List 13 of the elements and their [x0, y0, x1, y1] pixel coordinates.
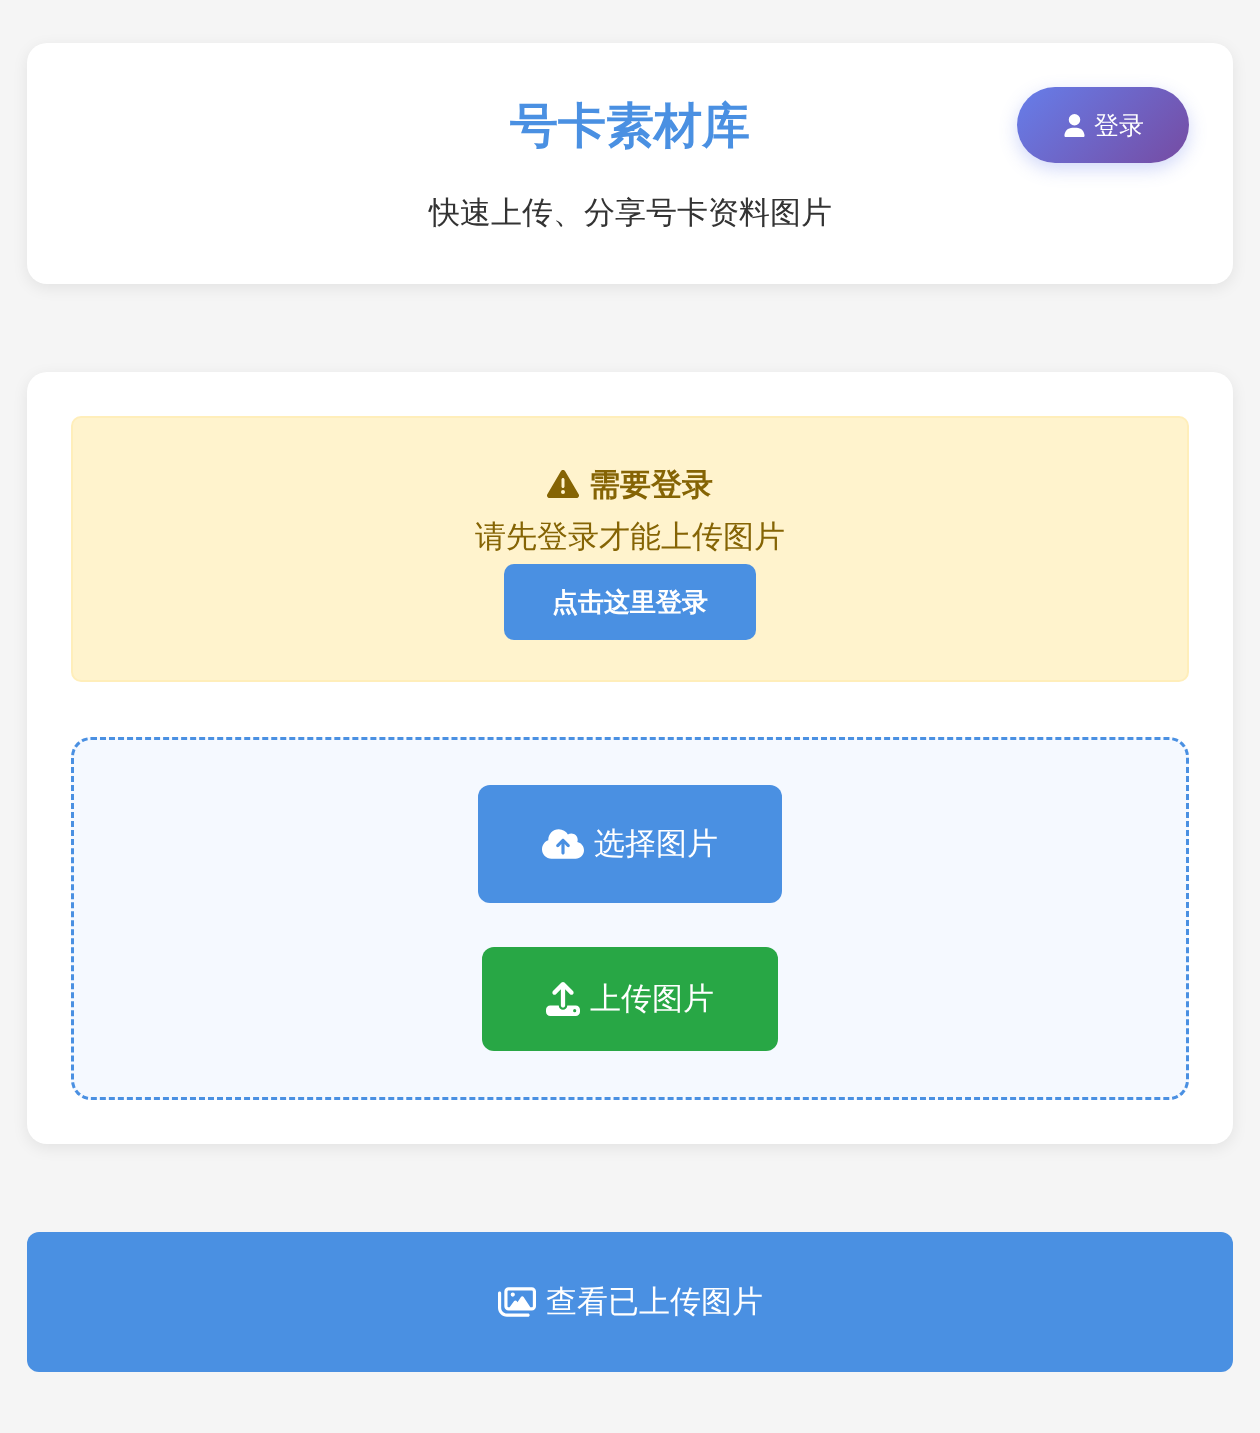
login-button[interactable]: 登录	[1017, 87, 1189, 163]
warning-title: 需要登录	[589, 465, 713, 504]
login-here-button[interactable]: 点击这里登录	[504, 564, 756, 640]
warning-message: 请先登录才能上传图片	[475, 517, 785, 556]
page-subtitle: 快速上传、分享号卡资料图片	[428, 193, 832, 232]
upload-icon	[546, 982, 580, 1016]
upload-drop-area[interactable]: 选择图片 上传图片	[71, 737, 1189, 1100]
select-image-button[interactable]: 选择图片	[478, 785, 782, 903]
page-title: 号卡素材库	[510, 96, 750, 155]
warning-icon	[547, 468, 579, 500]
upload-button[interactable]: 上传图片	[482, 947, 778, 1051]
user-icon	[1062, 113, 1086, 137]
view-uploads-button[interactable]: 查看已上传图片	[27, 1232, 1233, 1372]
